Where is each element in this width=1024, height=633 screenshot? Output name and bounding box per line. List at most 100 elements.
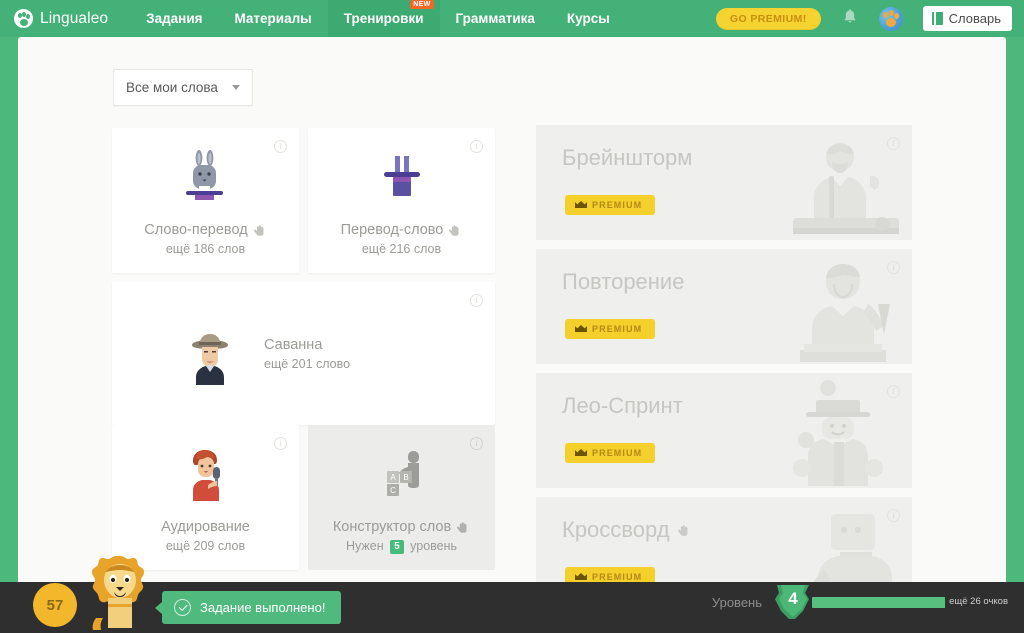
level-label: Уровень [711, 594, 762, 610]
savanna-text: Саванна ещё 201 слово [264, 337, 350, 371]
training-card-subtitle: ещё 216 слов [361, 242, 442, 256]
premium-badge[interactable]: PREMIUM [565, 443, 656, 463]
premium-card-title-group: Повторение [562, 269, 684, 295]
premium-badge-label: PREMIUM [592, 324, 643, 334]
training-card-title: Аудирование [161, 519, 250, 535]
training-card-word-constructor[interactable]: i A B C Конструктор слов Нужен 5 уровень [308, 425, 495, 570]
required-level-suffix: уровень [410, 539, 458, 553]
rabbit-in-hat-illustration [185, 150, 223, 200]
premium-badge[interactable]: PREMIUM [565, 319, 656, 339]
crown-icon [575, 324, 587, 332]
training-card-title-group: Перевод-слово [308, 222, 495, 238]
nav-item-grammatika[interactable]: Грамматика [440, 0, 551, 37]
safari-man-illustration [192, 333, 228, 385]
nav-right-group: GO PREMIUM! Словарь [715, 6, 1024, 31]
training-card-listening[interactable]: i Аудирование ещё 209 слов [112, 425, 299, 570]
premium-card-title-group: Кроссворд [562, 517, 691, 543]
premium-card-title: Повторение [562, 269, 685, 294]
premium-trainings-column: i Брейншторм PREMIUM i Повторение PREMIU… [536, 125, 912, 621]
training-card-title: Саванна [264, 336, 323, 353]
nav-items: Задания Материалы Тренировки NEW Граммат… [130, 0, 626, 37]
info-icon[interactable]: i [274, 437, 287, 450]
training-card-title-group: Аудирование [112, 519, 299, 535]
premium-card-title: Лео-Спринт [562, 393, 683, 418]
check-circle-icon [174, 599, 191, 616]
svg-text:A: A [390, 473, 396, 482]
brand-logo-link[interactable]: Lingualeo [14, 9, 108, 28]
xp-counter[interactable]: 57 [33, 583, 77, 627]
premium-card-title-group: Брейншторм [562, 145, 692, 171]
level-badge-hex[interactable]: 4 [772, 583, 814, 621]
lingualeo-paw-icon [14, 9, 33, 28]
training-card-title-group: Слово-перевод [112, 222, 299, 238]
magic-hat-illustration [383, 156, 420, 196]
crown-icon [575, 200, 587, 208]
info-icon[interactable]: i [470, 294, 483, 307]
premium-badge-label: PREMIUM [592, 200, 643, 210]
new-badge: NEW [410, 0, 434, 9]
training-card-title: Слово-перевод [144, 222, 248, 238]
training-card-subtitle: ещё 201 слово [264, 356, 351, 371]
nav-item-materialy[interactable]: Материалы [219, 0, 328, 37]
boy-with-mic-illustration [192, 450, 220, 501]
crown-icon [575, 572, 587, 580]
required-level-text: Нужен 5 уровень [308, 539, 495, 554]
chef-man-illustration [793, 143, 899, 234]
training-card-title-group: Конструктор слов [308, 519, 495, 535]
nav-item-label: Грамматика [455, 11, 535, 26]
nav-item-label: Курсы [566, 11, 610, 26]
dictionary-button[interactable]: Словарь [922, 6, 1012, 31]
premium-card-title: Брейншторм [562, 145, 693, 170]
premium-card-repetition[interactable]: i Повторение PREMIUM [536, 249, 912, 364]
training-card-subtitle: ещё 209 слов [165, 539, 246, 553]
chevron-down-icon [232, 85, 240, 90]
level-progress-area: Уровень 4 ещё 26 очков [711, 583, 1012, 621]
boy-reading-illustration [800, 264, 890, 362]
nav-item-label: Тренировки [343, 11, 424, 26]
bottom-status-bar: 57 Задание выполнено! Уровень 4 ещё 26 о… [0, 556, 1024, 633]
training-card-translation-word[interactable]: i Перевод-слово ещё 216 слов [308, 128, 495, 273]
bell-icon[interactable] [843, 8, 857, 29]
trainings-row: i Аудирование ещё 209 слов i A B C Конст… [112, 425, 497, 570]
nav-item-label: Задания [146, 11, 203, 26]
swipe-hand-icon [449, 224, 459, 236]
training-card-savanna[interactable]: i Саванна ещё 201 слово [112, 282, 495, 425]
book-icon [931, 12, 943, 25]
word-set-selected-value: Все мои слова [126, 80, 218, 95]
level-progress-bar[interactable]: ещё 26 очков [812, 593, 1012, 609]
premium-card-title: Кроссворд [562, 517, 670, 542]
info-icon[interactable]: i [470, 140, 483, 153]
top-navigation-bar: Lingualeo Задания Материалы Тренировки N… [0, 0, 1024, 37]
required-level-prefix: Нужен [345, 539, 384, 553]
svg-text:B: B [403, 473, 408, 482]
leo-lion-mascot[interactable] [84, 552, 156, 633]
juggler-illustration [793, 380, 883, 486]
level-badge: 5 [390, 540, 404, 554]
dictionary-label: Словарь [948, 11, 1001, 26]
brand-name: Lingualeo [40, 9, 109, 27]
user-avatar[interactable] [878, 6, 903, 31]
task-complete-toast: Задание выполнено! [154, 591, 342, 624]
premium-card-brainstorm[interactable]: i Брейншторм PREMIUM [536, 125, 912, 240]
word-set-filter: Все мои слова [113, 69, 253, 106]
training-card-title: Конструктор слов [332, 519, 452, 535]
premium-card-leo-sprint[interactable]: i Лео-Спринт PREMIUM [536, 373, 912, 488]
training-card-subtitle: ещё 186 слов [165, 242, 246, 256]
swipe-hand-icon [457, 521, 467, 533]
info-icon[interactable]: i [470, 437, 483, 450]
info-icon[interactable]: i [274, 140, 287, 153]
go-premium-button[interactable]: GO PREMIUM! [715, 7, 821, 30]
crown-icon [575, 448, 587, 456]
premium-card-title-group: Лео-Спринт [562, 393, 683, 419]
word-set-select[interactable]: Все мои слова [113, 69, 253, 106]
level-value: 4 [788, 589, 798, 608]
training-card-word-translation[interactable]: i Слово-перевод ещё 186 слов [112, 128, 299, 273]
premium-badge[interactable]: PREMIUM [565, 195, 656, 215]
swipe-hand-icon [253, 224, 264, 236]
svg-text:C: C [390, 486, 396, 495]
nav-item-zadaniya[interactable]: Задания [130, 0, 218, 37]
nav-item-label: Материалы [234, 11, 312, 26]
nav-item-kursy[interactable]: Курсы [551, 0, 626, 37]
task-complete-message: Задание выполнено! [200, 600, 326, 615]
nav-item-trenirovki[interactable]: Тренировки NEW [327, 0, 440, 37]
